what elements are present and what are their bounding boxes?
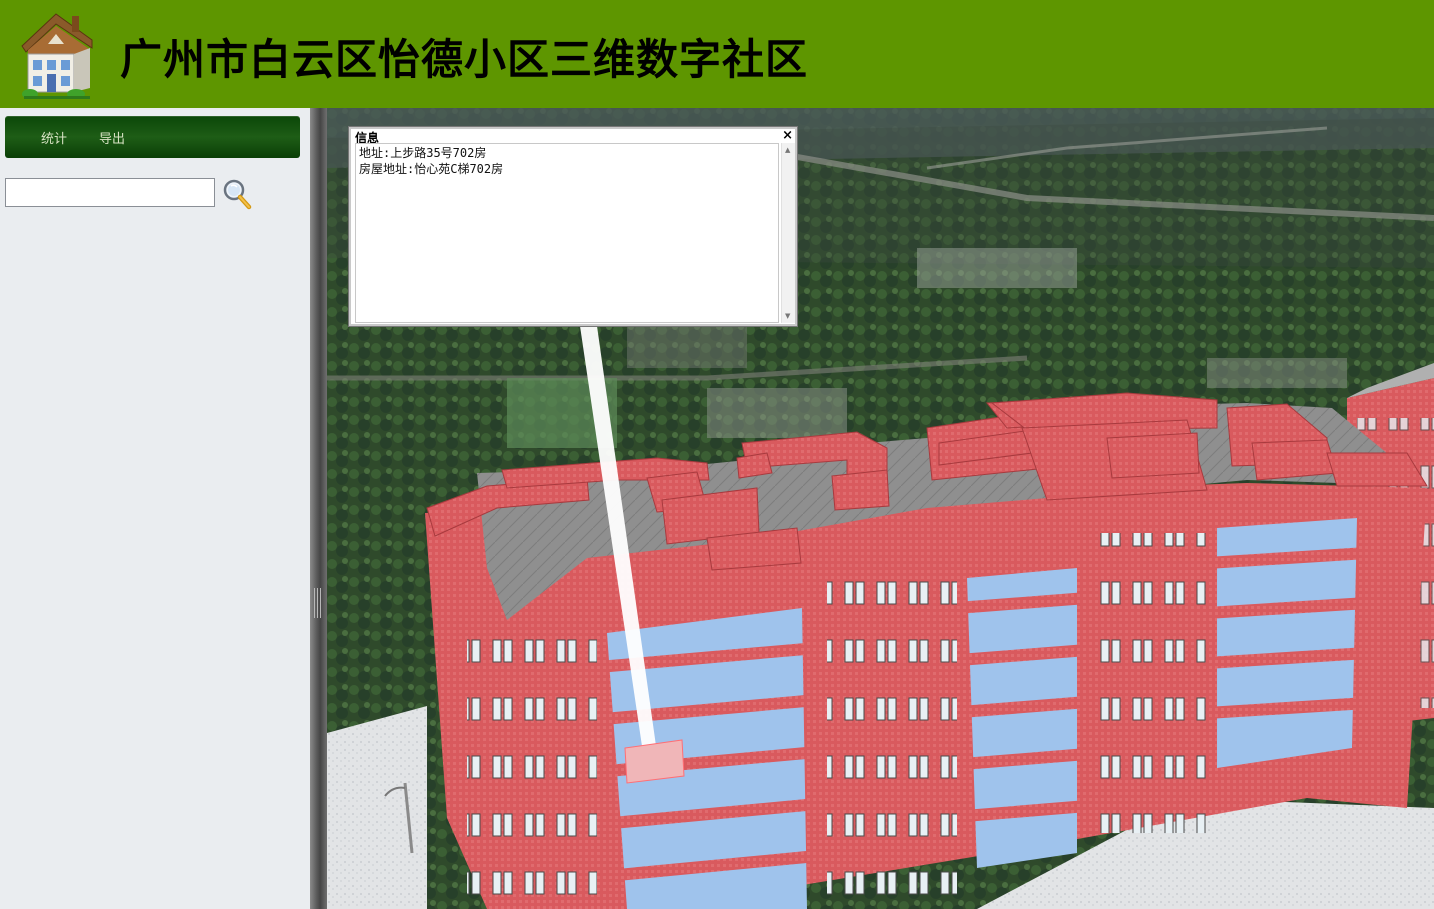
page-title: 广州市白云区怡德小区三维数字社区	[120, 35, 809, 84]
search-input[interactable]	[5, 178, 215, 207]
toolbar: 统计 导出	[5, 116, 300, 158]
splitter-grip[interactable]	[314, 588, 322, 618]
magnifier-icon[interactable]	[222, 178, 252, 210]
scroll-up-icon[interactable]: ▲	[785, 146, 790, 154]
header-bar: 广州市白云区怡德小区三维数字社区	[0, 0, 1434, 108]
popup-line-house-address: 房屋地址:怡心苑C梯702房	[359, 162, 504, 176]
house-icon	[21, 13, 93, 99]
export-menu-item[interactable]: 导出	[99, 128, 125, 147]
left-panel: 统计 导出	[0, 108, 310, 909]
scroll-down-icon[interactable]: ▼	[785, 312, 790, 320]
popup-line-address: 地址:上步路35号702房	[359, 146, 487, 160]
close-icon[interactable]: ×	[782, 128, 793, 143]
panel-splitter[interactable]	[310, 108, 327, 909]
popup-scrollbar[interactable]: ▲ ▼	[781, 143, 795, 323]
info-popup: 信息 × 地址:上步路35号702房 房屋地址:怡心苑C梯702房 ▲ ▼	[349, 127, 797, 326]
stats-menu-item[interactable]: 统计	[41, 128, 67, 147]
popup-content: 地址:上步路35号702房 房屋地址:怡心苑C梯702房	[355, 143, 779, 323]
